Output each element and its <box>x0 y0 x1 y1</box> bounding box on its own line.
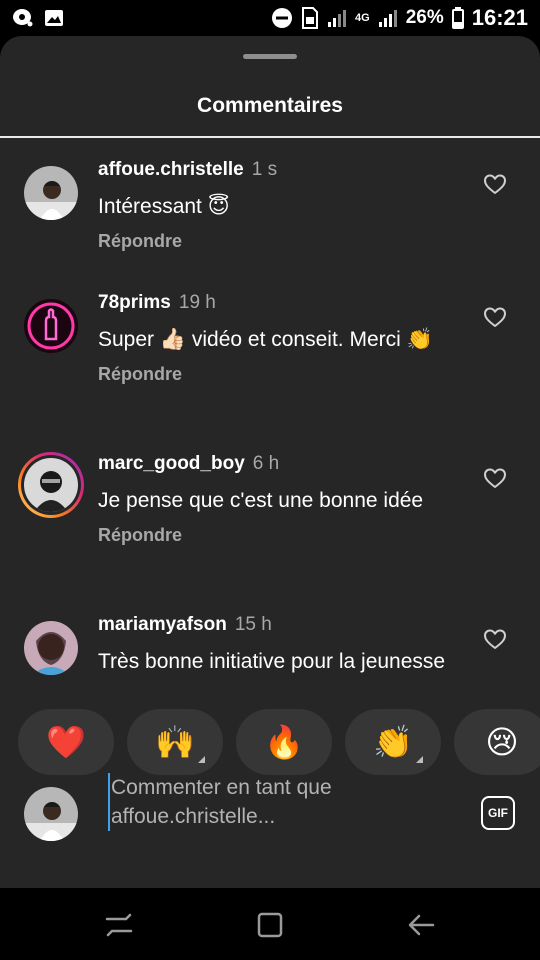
network-type: 4G <box>355 12 370 24</box>
reaction-cry-button[interactable]: 😢 <box>454 709 540 775</box>
comment-body: affoue.christelle 1 s Intéressant 😇 Répon… <box>98 158 463 252</box>
comment-text: Super 👍🏻 vidéo et conseit. Merci 👏 <box>98 328 433 351</box>
drag-handle[interactable] <box>243 54 297 59</box>
battery-icon <box>451 7 464 29</box>
home-icon[interactable] <box>255 910 285 940</box>
comments-sheet: Commentaires affoue.christelle 1 s Intére… <box>0 36 540 888</box>
comment-username[interactable]: affoue.christelle <box>98 159 244 180</box>
sheet-title: Commentaires <box>197 94 343 117</box>
like-heart-icon[interactable] <box>483 173 507 195</box>
back-arrow-icon[interactable] <box>406 910 436 940</box>
skin-tone-indicator <box>198 756 205 763</box>
comment-time: 19 h <box>178 292 216 313</box>
notification-icon <box>12 8 34 28</box>
avatar[interactable] <box>24 621 78 675</box>
quick-reactions-bar: ❤️ 🙌 🔥 👏 😢 <box>0 709 540 775</box>
skin-tone-indicator <box>416 756 423 763</box>
comment-username[interactable]: mariamyafson <box>98 614 227 635</box>
comment-input[interactable]: Commenter en tant que affoue.christelle.… <box>108 773 438 831</box>
gif-button[interactable]: GIF <box>481 796 515 830</box>
recent-apps-icon[interactable] <box>104 910 134 940</box>
comment-time: 6 h <box>252 453 280 474</box>
reaction-emoji: 😢 <box>485 724 519 760</box>
sim-icon <box>301 7 319 29</box>
reaction-emoji: 👏 <box>373 724 413 760</box>
avatar[interactable] <box>24 166 78 220</box>
reaction-emoji: 🔥 <box>264 724 304 760</box>
like-heart-icon[interactable] <box>483 628 507 650</box>
reaction-emoji: ❤️ <box>46 724 86 760</box>
reply-button[interactable]: Répondre <box>98 364 463 385</box>
comment-text: Très bonne initiative pour la jeunesse <box>98 650 446 673</box>
comment-username[interactable]: marc_good_boy <box>98 453 245 474</box>
comment-body: 78prims 19 h Super 👍🏻 vidéo et conseit. M… <box>98 291 463 385</box>
comment-text: Je pense que c'est une bonne idée <box>98 489 424 512</box>
story-ring-avatar[interactable] <box>18 452 84 518</box>
system-nav-bar <box>0 888 540 960</box>
comment-body: marc_good_boy 6 h Je pense que c'est une … <box>98 452 463 546</box>
reaction-raised-hands-button[interactable]: 🙌 <box>127 709 223 775</box>
clock: 16:21 <box>471 5 528 30</box>
comment-text: Intéressant 😇 <box>98 195 230 218</box>
comment-body: mariamyafson 15 h Très bonne initiative p… <box>98 613 463 676</box>
signal-icon <box>378 9 398 27</box>
reaction-heart-button[interactable]: ❤️ <box>18 709 114 775</box>
status-bar: 4G 26% 16:21 <box>0 0 540 36</box>
comment-list[interactable]: affoue.christelle 1 s Intéressant 😇 Répon… <box>0 138 540 696</box>
reply-button[interactable]: Répondre <box>98 231 463 252</box>
composer-avatar <box>24 787 78 841</box>
reaction-emoji: 🙌 <box>155 724 195 760</box>
signal-icon <box>327 9 347 27</box>
comment-time: 15 h <box>234 614 272 635</box>
like-heart-icon[interactable] <box>483 306 507 328</box>
battery-percent: 26% <box>405 7 444 28</box>
avatar[interactable] <box>24 299 78 353</box>
reaction-clap-button[interactable]: 👏 <box>345 709 441 775</box>
dnd-icon <box>271 7 293 29</box>
like-heart-icon[interactable] <box>483 467 507 489</box>
comment-time: 1 s <box>251 159 278 180</box>
image-icon <box>44 9 64 27</box>
reaction-fire-button[interactable]: 🔥 <box>236 709 332 775</box>
reply-button[interactable]: Répondre <box>98 525 463 546</box>
comment-username[interactable]: 78prims <box>98 292 171 313</box>
